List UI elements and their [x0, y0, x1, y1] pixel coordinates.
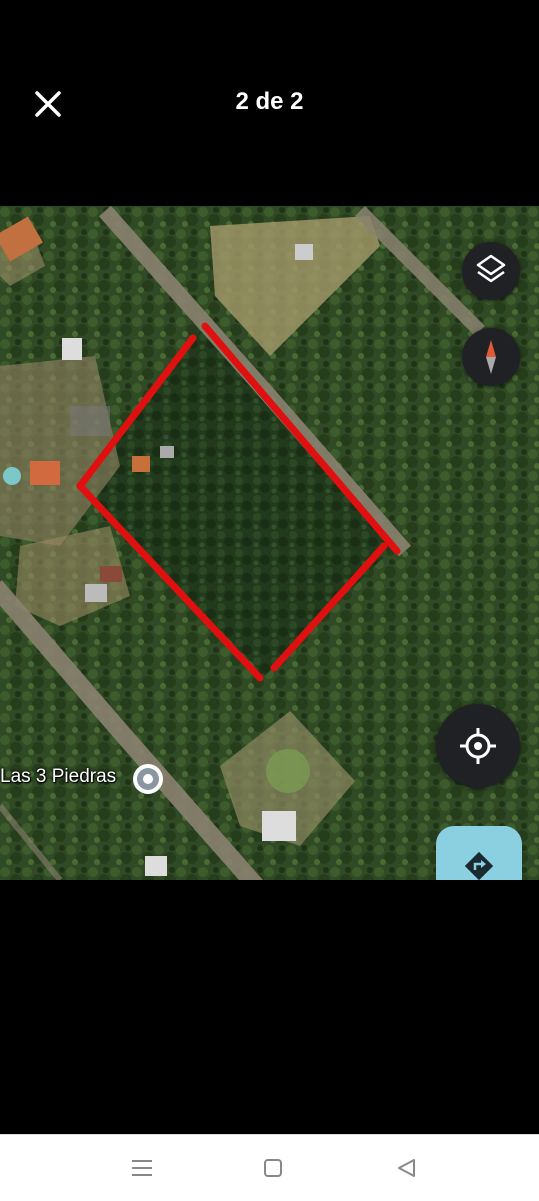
- poi-label[interactable]: Las 3 Piedras: [0, 766, 116, 788]
- layers-button[interactable]: [462, 242, 520, 300]
- satellite-map-image[interactable]: Las 3 Piedras: [0, 206, 539, 880]
- home-button[interactable]: [259, 1155, 287, 1181]
- directions-button[interactable]: [436, 826, 522, 880]
- viewer-bottom-area: [0, 880, 539, 1134]
- compass-button[interactable]: [462, 328, 520, 386]
- system-navigation-bar: [0, 1134, 539, 1201]
- my-location-button[interactable]: [436, 704, 520, 788]
- menu-icon: [132, 1160, 152, 1176]
- directions-icon: [464, 851, 494, 880]
- poi-pin[interactable]: [130, 761, 166, 797]
- back-button[interactable]: [392, 1155, 420, 1181]
- compass-icon: [486, 340, 496, 374]
- layers-icon: [476, 254, 506, 283]
- home-icon: [264, 1159, 282, 1177]
- viewer-top-bar: 2 de 2: [0, 0, 539, 210]
- place-marker-icon: [133, 764, 163, 794]
- back-icon: [398, 1159, 415, 1177]
- menu-button[interactable]: [128, 1155, 156, 1181]
- my-location-icon: [460, 728, 496, 764]
- image-counter: 2 de 2: [235, 88, 304, 115]
